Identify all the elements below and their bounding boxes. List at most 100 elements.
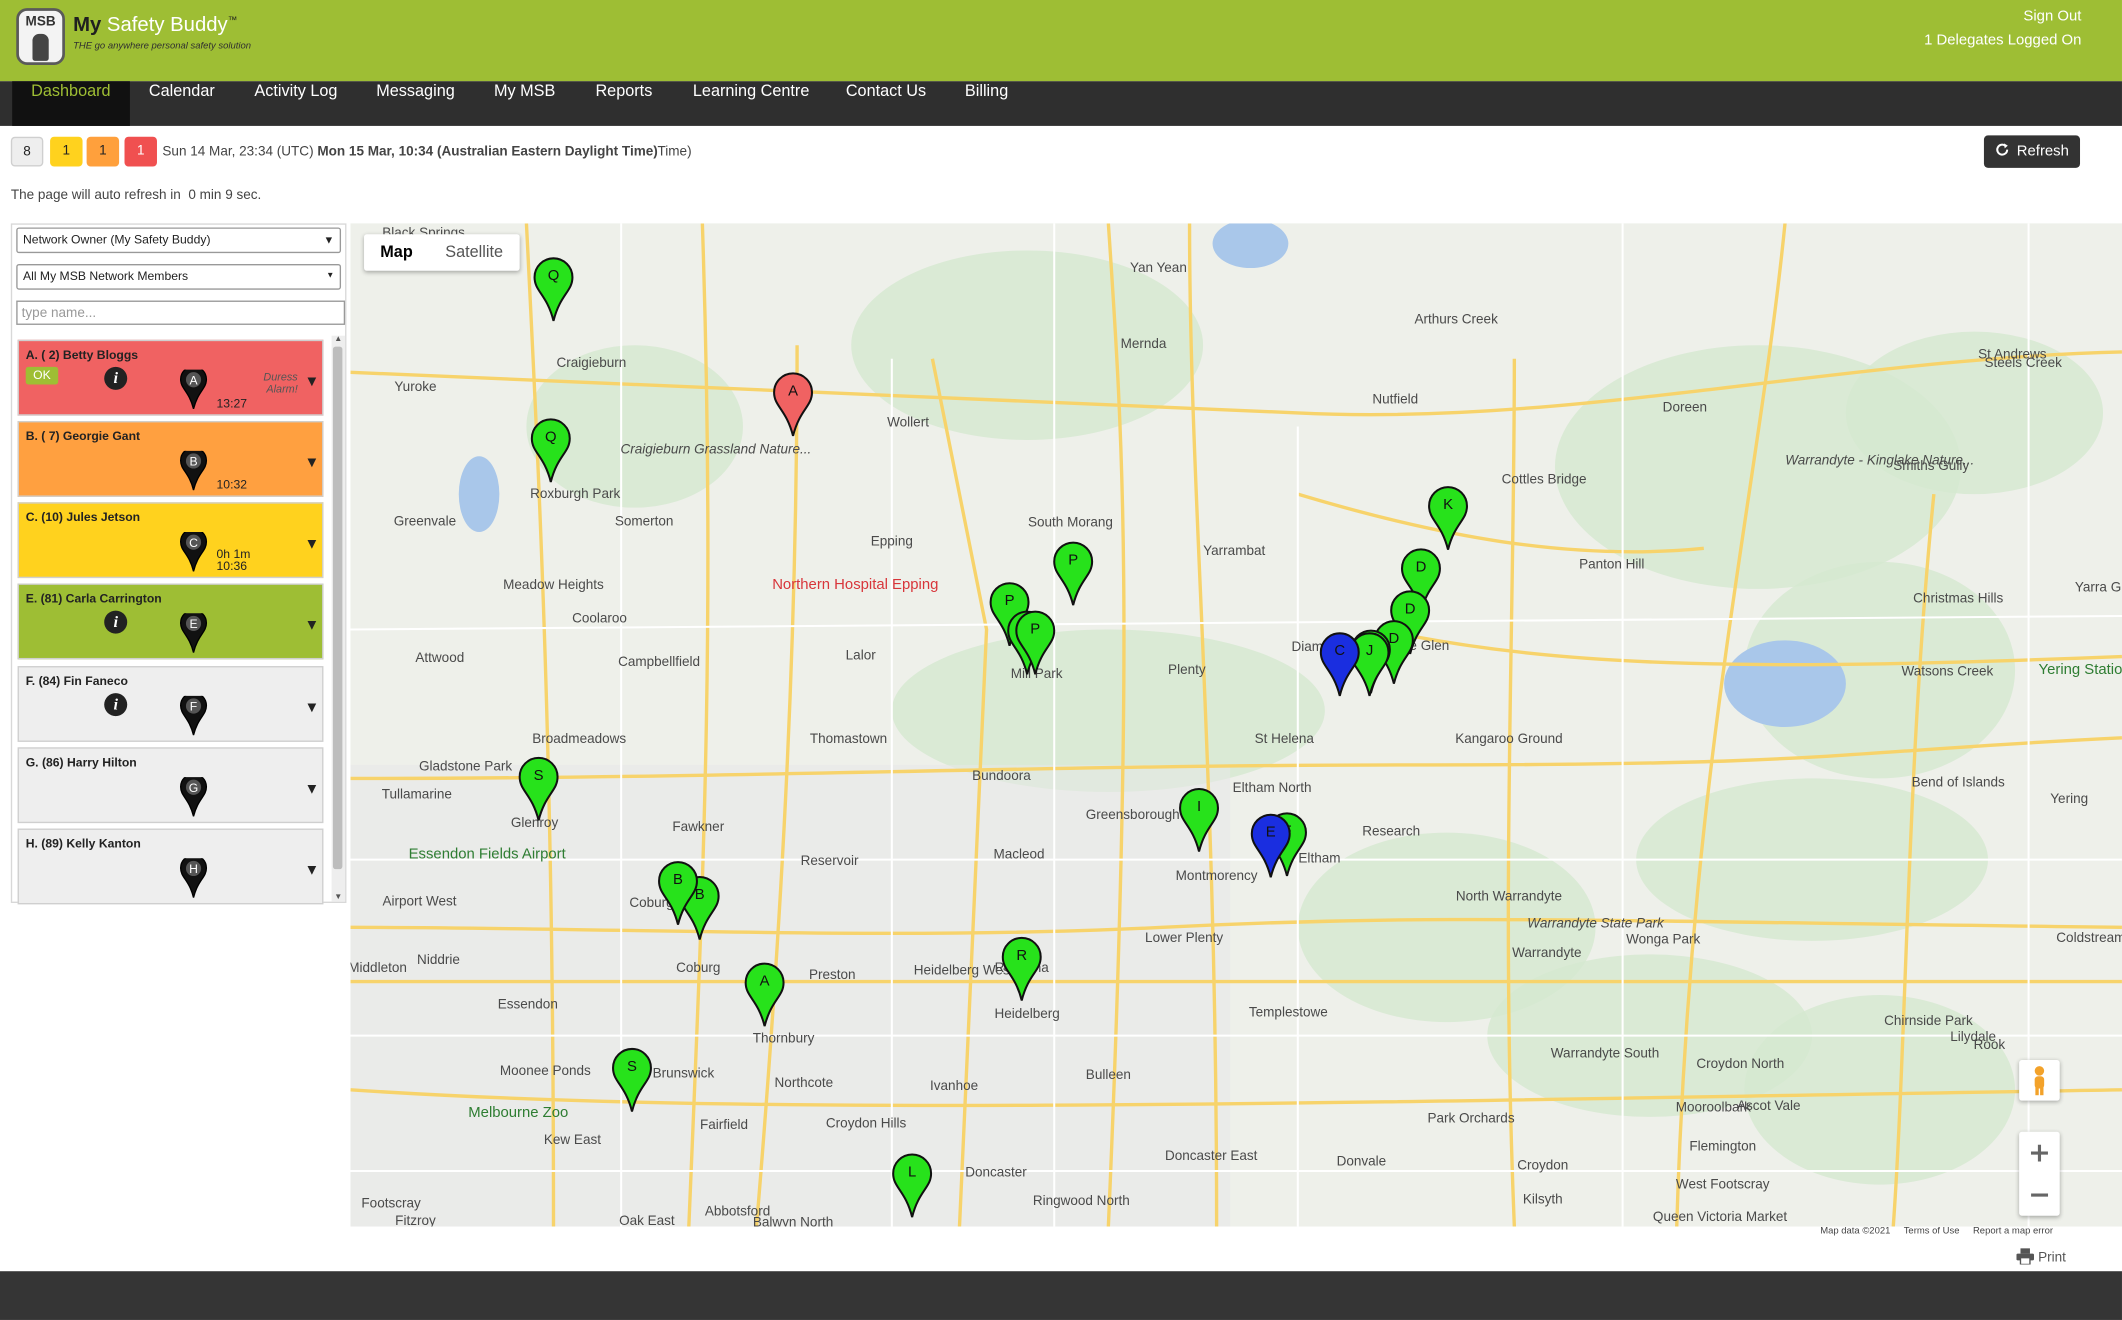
map-canvas[interactable]: Yan YeanMerndaArthurs CreekSt AndrewsSte… bbox=[350, 223, 2122, 1227]
count-badge-total[interactable]: 8 bbox=[10, 136, 44, 167]
nav-billing[interactable]: Billing bbox=[965, 81, 1008, 126]
chevron-down-icon: ▼ bbox=[323, 234, 335, 247]
logo-icon[interactable]: MSB bbox=[16, 8, 65, 65]
place-label: Warrandyte bbox=[1512, 945, 1581, 960]
pin-letter: F bbox=[190, 700, 197, 714]
nav-learning-centre[interactable]: Learning Centre bbox=[693, 81, 809, 126]
pin-glyph: B bbox=[179, 446, 208, 491]
map-marker[interactable]: P bbox=[1053, 541, 1094, 606]
report-map-error-link[interactable]: Report a map error bbox=[1973, 1227, 2053, 1236]
place-label: Eltham bbox=[1298, 850, 1340, 865]
owner-select[interactable]: Network Owner (My Safety Buddy) ▼ bbox=[16, 227, 342, 254]
expand-caret-icon[interactable]: ▼ bbox=[304, 536, 319, 552]
expand-caret-icon[interactable]: ▼ bbox=[304, 781, 319, 797]
place-label: Mernda bbox=[1121, 336, 1167, 351]
place-label: Kangaroo Ground bbox=[1455, 731, 1562, 746]
member-card-jules-jetson[interactable]: C. (10) Jules Jetson C 0h 1m 10:36 ▼ bbox=[17, 502, 324, 579]
nav-dashboard[interactable]: Dashboard bbox=[12, 81, 130, 126]
map-type-map-button[interactable]: Map bbox=[364, 234, 429, 271]
nav-contact-us[interactable]: Contact Us bbox=[846, 81, 926, 126]
expand-caret-icon[interactable]: ▼ bbox=[304, 617, 319, 633]
nav-reports[interactable]: Reports bbox=[595, 81, 652, 126]
place-label: Yan Yean bbox=[1130, 260, 1187, 275]
pin-letter: G bbox=[189, 781, 198, 795]
info-icon[interactable]: i bbox=[104, 366, 128, 390]
sidebar-scrollbar[interactable]: ▲ ▼ bbox=[331, 335, 346, 902]
place-label: Cottles Bridge bbox=[1502, 471, 1587, 486]
zoom-in-button[interactable]: + bbox=[2019, 1132, 2060, 1174]
count-badge-yellow[interactable]: 1 bbox=[50, 136, 83, 167]
expand-caret-icon[interactable]: ▼ bbox=[304, 700, 319, 716]
duress-alarm-text: Duress Alarm! bbox=[263, 370, 298, 396]
map-view[interactable]: Yan Yean Mernda Arthurs Creek St Andrews Ste… bbox=[350, 223, 2122, 1227]
place-label: Footscray bbox=[361, 1196, 421, 1211]
place-label: Watsons Creek bbox=[1901, 664, 1993, 679]
pin-letter: B bbox=[189, 455, 197, 469]
place-label: Essendon bbox=[498, 997, 558, 1012]
place-label: Northern Hospital Epping bbox=[772, 577, 938, 593]
expand-caret-icon[interactable]: ▼ bbox=[304, 862, 319, 878]
info-icon[interactable]: i bbox=[104, 610, 128, 634]
place-label: Croydon Hills bbox=[826, 1116, 907, 1131]
count-badge-red[interactable]: 1 bbox=[124, 136, 157, 167]
scroll-down-icon[interactable]: ▼ bbox=[332, 894, 346, 902]
nav-my-msb[interactable]: My MSB bbox=[494, 81, 555, 126]
terms-of-use-link[interactable]: Terms of Use bbox=[1904, 1227, 1960, 1236]
map-type-satellite-button[interactable]: Satellite bbox=[429, 234, 519, 271]
place-label: Mooroolbark bbox=[1676, 1099, 1751, 1114]
info-icon[interactable]: i bbox=[104, 693, 128, 717]
sign-out-link[interactable]: Sign Out bbox=[2023, 8, 2081, 24]
scroll-up-icon[interactable]: ▲ bbox=[332, 336, 346, 344]
member-card-betty-bloggs[interactable]: A. ( 2) Betty Bloggs OK i A 13:27 Duress… bbox=[17, 339, 324, 416]
place-label: Airport West bbox=[382, 894, 456, 909]
member-time: 10:32 bbox=[216, 477, 248, 492]
brand-primary: My bbox=[73, 13, 102, 37]
place-label: Warrandyte - Kinglake Nature... bbox=[1785, 452, 1974, 467]
map-marker[interactable]: A bbox=[773, 372, 813, 437]
scrollbar-thumb[interactable] bbox=[332, 346, 343, 870]
marker-letter: E bbox=[1266, 825, 1276, 841]
members-filter-select[interactable]: All My MSB Network Members ▼ bbox=[16, 263, 342, 290]
map-marker[interactable]: K bbox=[1428, 486, 1468, 550]
member-pin-icon: H bbox=[179, 854, 209, 905]
nav-messaging[interactable]: Messaging bbox=[376, 81, 455, 126]
member-pin-icon: C bbox=[179, 528, 209, 579]
member-card-carla-carrington[interactable]: E. (81) Carla Carrington i E ▼ bbox=[17, 583, 324, 660]
street-view-pegman-icon[interactable] bbox=[2019, 1060, 2060, 1101]
nav-activity-log[interactable]: Activity Log bbox=[254, 81, 337, 126]
ok-button[interactable]: OK bbox=[25, 366, 59, 385]
marker-letter: P bbox=[1005, 593, 1015, 609]
marker-letter: A bbox=[788, 383, 798, 399]
expand-caret-icon[interactable]: ▼ bbox=[304, 455, 319, 471]
zoom-out-button[interactable]: − bbox=[2019, 1174, 2060, 1216]
place-label: Heidelberg bbox=[994, 1006, 1059, 1021]
count-badge-orange[interactable]: 1 bbox=[86, 136, 120, 167]
app-root: MSB My Safety Buddy™ THE go anywhere per… bbox=[0, 0, 2122, 1320]
marker-letter: P bbox=[1030, 622, 1040, 638]
place-label: South Morang bbox=[1028, 515, 1113, 530]
member-card-harry-hilton[interactable]: G. (86) Harry Hilton G ▼ bbox=[17, 747, 324, 824]
expand-caret-icon[interactable]: ▼ bbox=[304, 374, 319, 390]
map-marker[interactable]: C bbox=[1319, 632, 1360, 697]
print-label: Print bbox=[2038, 1250, 2066, 1266]
place-label: Coburg bbox=[676, 960, 720, 975]
member-search-input[interactable] bbox=[16, 300, 346, 325]
print-button[interactable]: Print bbox=[2016, 1248, 2066, 1266]
member-card-fin-faneco[interactable]: F. (84) Fin Faneco i F ▼ bbox=[17, 666, 324, 742]
time-utc: Sun 14 Mar, 23:34 (UTC) bbox=[162, 144, 314, 160]
person-figure-icon bbox=[32, 33, 49, 61]
brand-name: My Safety Buddy™ bbox=[73, 14, 237, 37]
map-type-control: Map Satellite bbox=[364, 234, 520, 271]
place-label: Meadow Heights bbox=[503, 577, 604, 592]
place-label: Eltham North bbox=[1233, 780, 1312, 795]
member-card-georgie-gant[interactable]: B. ( 7) Georgie Gant B 10:32 ▼ bbox=[17, 421, 324, 497]
refresh-button[interactable]: Refresh bbox=[1983, 135, 2081, 168]
main-nav: Dashboard Calendar Activity Log Messagin… bbox=[0, 81, 2122, 126]
park-area bbox=[1744, 995, 2016, 1185]
road bbox=[1506, 358, 1517, 1227]
member-card-kelly-kanton[interactable]: H. (89) Kelly Kanton H ▼ bbox=[17, 828, 324, 905]
map-marker[interactable]: Q bbox=[533, 257, 574, 322]
nav-calendar[interactable]: Calendar bbox=[149, 81, 215, 126]
place-label: Craigieburn bbox=[556, 355, 626, 370]
place-label: Doncaster East bbox=[1165, 1148, 1258, 1163]
